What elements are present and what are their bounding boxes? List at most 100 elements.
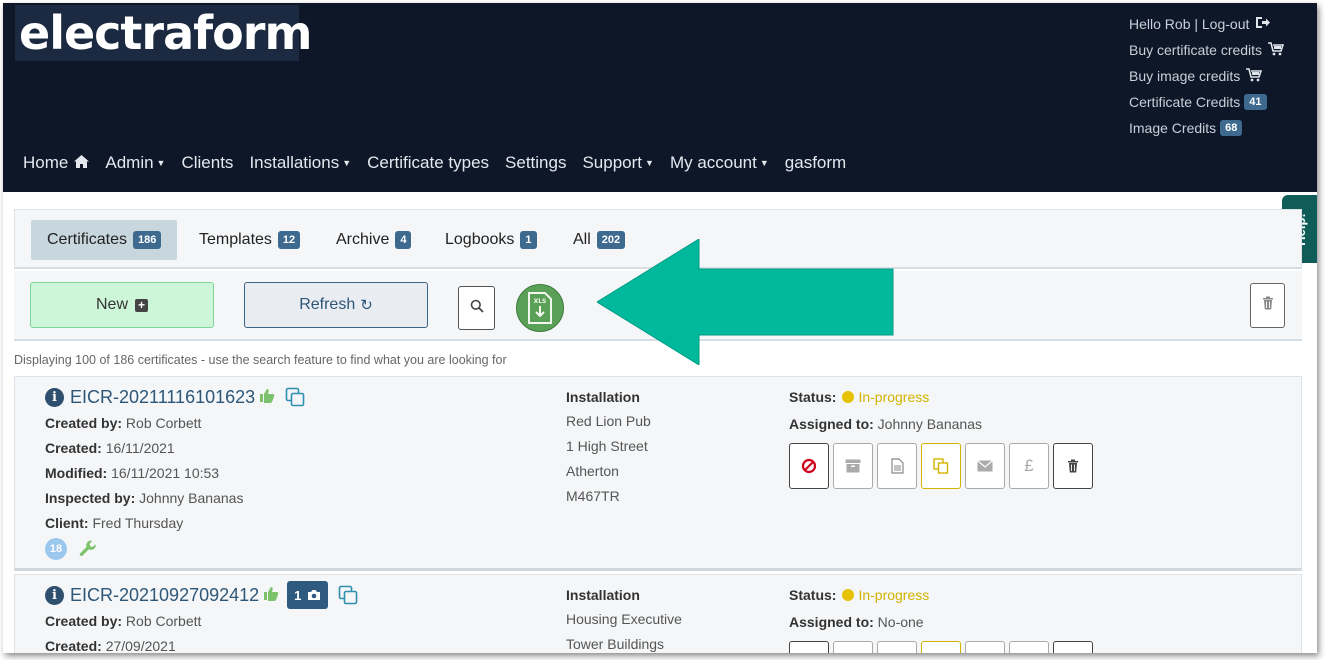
copy-icon[interactable] — [338, 585, 358, 605]
status-row: Status: In-progress — [789, 583, 1169, 607]
buy-image-credits-label[interactable]: Buy image credits — [1129, 68, 1240, 84]
photo-count[interactable]: 1 — [294, 588, 301, 603]
refresh-button-label[interactable]: Refresh — [299, 296, 355, 314]
refresh-icon[interactable]: ↻ — [360, 296, 373, 314]
nav-clients[interactable]: Clients — [181, 153, 233, 173]
buy-image-credits-link[interactable]: Buy image credits — [1129, 63, 1309, 89]
certificate-credits-badge: 41 — [1244, 94, 1267, 110]
client-value: Fred Thursday — [92, 515, 184, 531]
nav-installations-label[interactable]: Installations — [249, 153, 339, 173]
archive-button[interactable] — [833, 641, 873, 653]
nav-admin[interactable]: Admin ▼ — [105, 153, 165, 173]
duplicate-button[interactable] — [921, 443, 961, 489]
delete-button[interactable] — [1053, 641, 1093, 653]
nav-my-account-label[interactable]: My account — [670, 153, 757, 173]
wrench-icon[interactable] — [79, 540, 97, 558]
camera-icon[interactable] — [307, 589, 321, 601]
refresh-button[interactable]: Refresh ↻ — [244, 282, 428, 328]
copy-icon[interactable] — [933, 458, 949, 474]
tab-all-label[interactable]: All — [573, 231, 591, 249]
archive-icon[interactable] — [845, 459, 861, 473]
nav-my-account[interactable]: My account ▼ — [670, 153, 769, 173]
nav-installations[interactable]: Installations ▼ — [249, 153, 351, 173]
created-by-value: Rob Corbett — [125, 415, 202, 431]
new-button[interactable]: New + — [30, 282, 214, 328]
electraform-logo[interactable]: electraform — [15, 5, 312, 61]
chevron-down-icon: ▼ — [156, 158, 166, 168]
view-document-button[interactable] — [877, 641, 917, 653]
envelope-icon[interactable] — [977, 460, 993, 472]
email-button[interactable] — [965, 641, 1005, 653]
tab-certificates-label[interactable]: Certificates — [47, 231, 127, 249]
certificate-id-link[interactable]: EICR-20210927092412 — [70, 585, 259, 606]
invoice-button[interactable] — [1009, 641, 1049, 653]
nav-support[interactable]: Support ▼ — [582, 153, 653, 173]
created-by-label: Created by: — [45, 415, 123, 431]
image-credits-badge: 68 — [1220, 120, 1243, 136]
duplicate-button[interactable] — [921, 641, 961, 653]
nav-settings-label[interactable]: Settings — [505, 153, 566, 173]
installation-details: Installation Housing Executive Tower Bui… — [566, 583, 766, 653]
email-button[interactable] — [965, 443, 1005, 489]
tab-logbooks-label[interactable]: Logbooks — [445, 231, 514, 249]
status-dot-icon — [842, 589, 855, 601]
buy-certificate-credits-link[interactable]: Buy certificate credits — [1129, 37, 1309, 63]
nav-certificate-types-label[interactable]: Certificate types — [367, 153, 489, 173]
nav-admin-label[interactable]: Admin — [105, 153, 153, 173]
certificate-status: Status: In-progress Assigned to: Johnny … — [789, 385, 1169, 489]
trash-icon[interactable] — [1067, 459, 1079, 473]
xls-file-download-icon[interactable]: XLS — [527, 292, 553, 324]
new-button-label[interactable]: New — [96, 296, 128, 314]
buy-certificate-credits-label[interactable]: Buy certificate credits — [1129, 42, 1262, 58]
nav-gasform-label[interactable]: gasform — [785, 153, 846, 173]
logout-icon[interactable] — [1255, 16, 1271, 32]
home-icon[interactable] — [74, 155, 90, 171]
trash-icon[interactable] — [1262, 296, 1274, 315]
created-by-label: Created by: — [45, 613, 123, 629]
info-icon[interactable]: i — [45, 387, 64, 407]
nav-clients-label[interactable]: Clients — [181, 153, 233, 173]
cart-icon — [1246, 67, 1263, 85]
nav-settings[interactable]: Settings — [505, 153, 566, 173]
nav-gasform[interactable]: gasform — [785, 153, 846, 173]
delete-button[interactable] — [1053, 443, 1093, 489]
pound-icon[interactable]: £ — [1024, 456, 1033, 476]
cancel-button[interactable] — [789, 443, 829, 489]
export-xls-button[interactable]: XLS — [516, 284, 564, 332]
search-icon[interactable] — [470, 299, 484, 318]
nav-certificate-types[interactable]: Certificate types — [367, 153, 489, 173]
tab-logbooks-count: 1 — [520, 231, 537, 249]
greeting-logout-link[interactable]: Hello Rob | Log-out — [1129, 11, 1309, 37]
greeting-text[interactable]: Hello Rob | Log-out — [1129, 16, 1249, 32]
tab-templates[interactable]: Templates 12 — [183, 220, 316, 260]
view-document-button[interactable] — [877, 443, 917, 489]
nav-home[interactable]: Home — [23, 153, 90, 173]
tab-logbooks[interactable]: Logbooks 1 — [429, 220, 553, 260]
thumbs-up-icon — [259, 388, 275, 407]
tab-certificates[interactable]: Certificates 186 — [31, 220, 178, 260]
tab-archive[interactable]: Archive 4 — [320, 220, 427, 260]
search-button[interactable] — [458, 286, 495, 330]
tab-templates-label[interactable]: Templates — [199, 231, 272, 249]
cancel-button[interactable] — [789, 641, 829, 653]
image-credits-label: Image Credits — [1129, 120, 1217, 136]
document-icon[interactable] — [890, 458, 904, 474]
assigned-row: Assigned to: No-one — [789, 607, 1169, 637]
copy-icon[interactable] — [285, 387, 305, 407]
nav-home-label[interactable]: Home — [23, 153, 68, 173]
photo-count-badge[interactable]: 1 — [287, 581, 329, 609]
count-badge: 18 — [45, 538, 67, 560]
certificate-id-link[interactable]: EICR-20211116101623 — [70, 387, 255, 408]
plus-square-icon[interactable]: + — [135, 298, 148, 312]
cart-icon — [1268, 41, 1285, 59]
tab-archive-label[interactable]: Archive — [336, 231, 389, 249]
nav-support-label[interactable]: Support — [582, 153, 642, 173]
ban-icon[interactable] — [801, 458, 817, 474]
top-navbar: electraform Hello Rob | Log-out Buy cert… — [3, 3, 1317, 192]
bulk-delete-button[interactable] — [1250, 283, 1285, 328]
archive-button[interactable] — [833, 443, 873, 489]
invoice-button[interactable]: £ — [1009, 443, 1049, 489]
info-icon[interactable]: i — [45, 585, 64, 605]
installation-line: Housing Executive — [566, 611, 682, 627]
image-credits-item: Image Credits 68 — [1129, 115, 1309, 141]
